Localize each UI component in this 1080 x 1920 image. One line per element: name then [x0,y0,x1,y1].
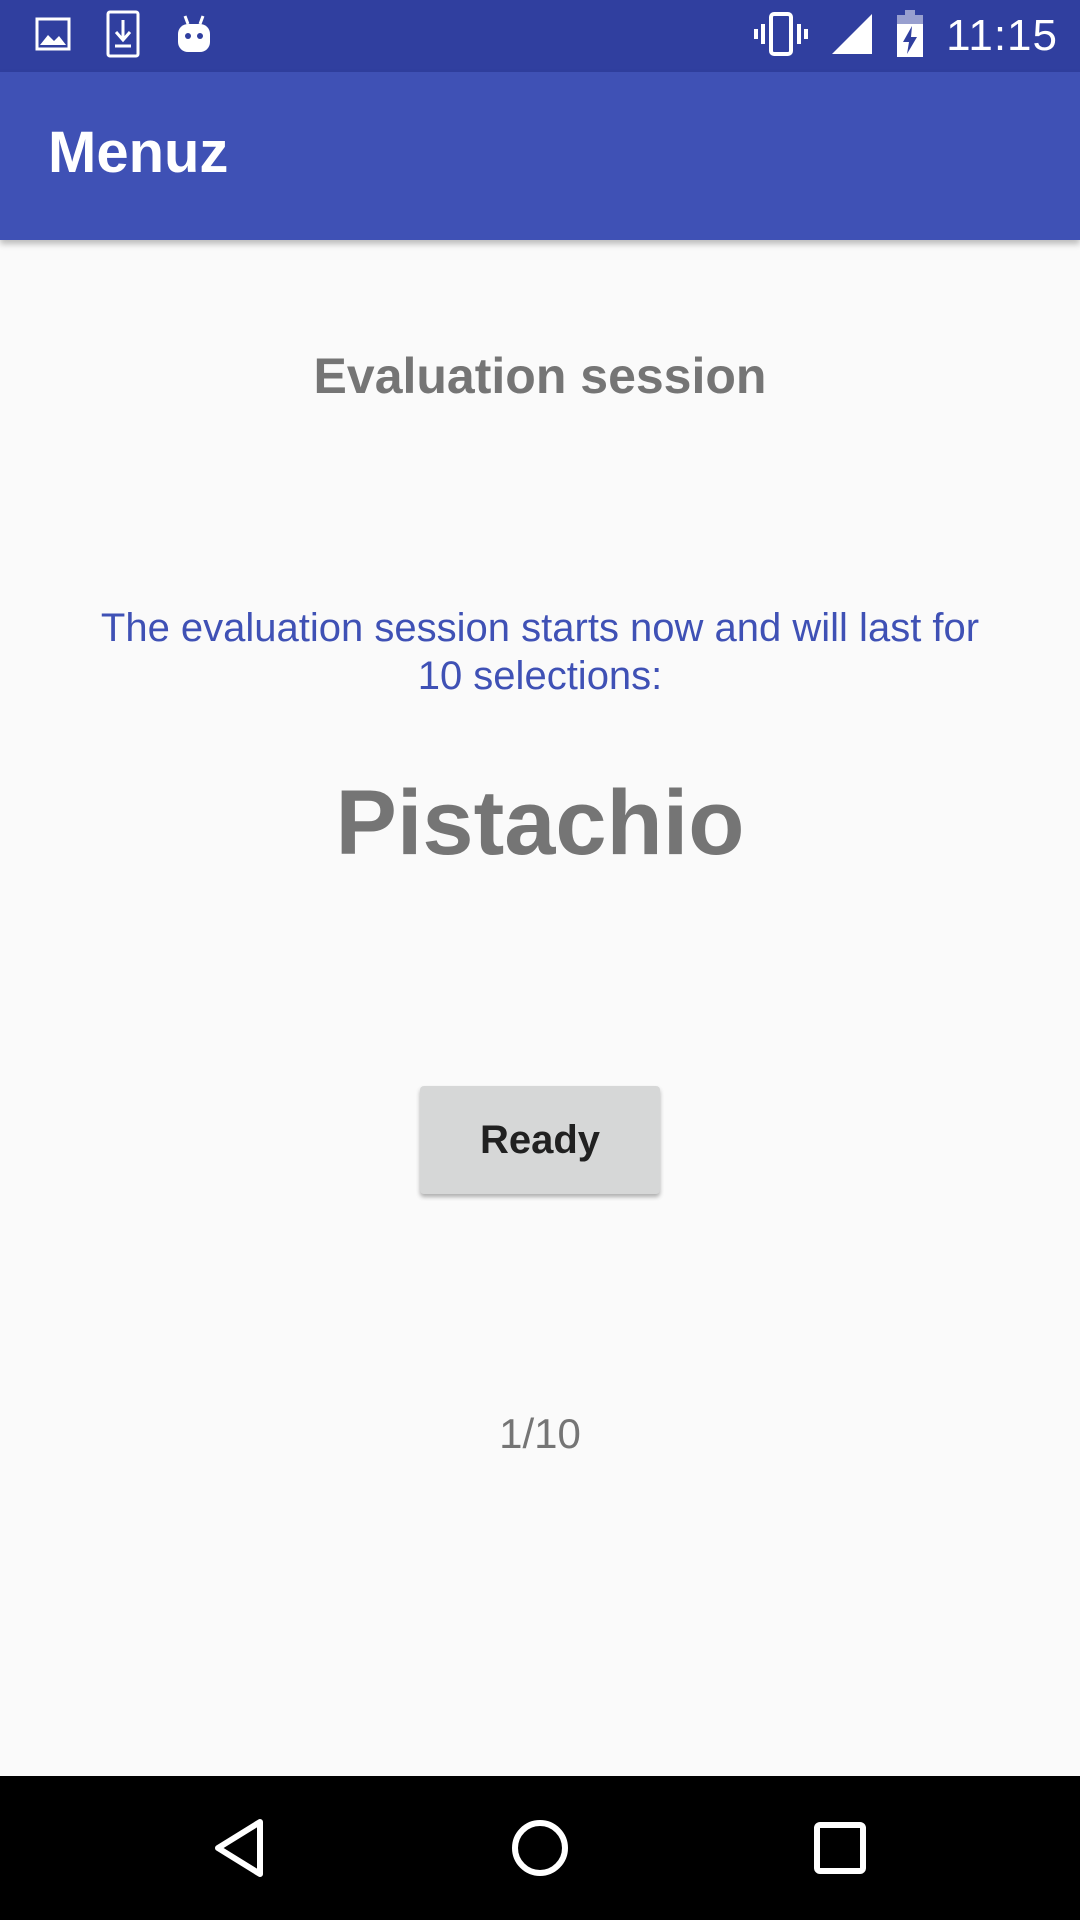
back-icon[interactable] [204,1812,276,1884]
battery-charging-icon [896,9,924,63]
main-content: Evaluation session The evaluation sessio… [0,240,1080,1776]
android-icon [174,12,214,61]
ready-button[interactable]: Ready [420,1086,660,1194]
download-icon [104,10,142,63]
flavor-name: Pistachio [335,772,745,874]
vibrate-icon [754,11,809,61]
system-icons: 11:15 [754,0,1058,72]
app-title: Menuz [48,120,229,185]
signal-icon [830,12,874,61]
session-title: Evaluation session [313,348,767,404]
status-bar: 11:15 [0,0,1080,72]
notification-icons [34,10,214,63]
app-bar: Menuz [0,72,1080,240]
home-icon[interactable] [504,1812,576,1884]
status-time: 11:15 [946,11,1058,60]
image-icon [34,15,72,58]
navigation-bar [0,1776,1080,1920]
intro-text: The evaluation session starts now and wi… [100,606,980,698]
recents-icon[interactable] [804,1812,876,1884]
progress-counter: 1/10 [499,1410,581,1457]
